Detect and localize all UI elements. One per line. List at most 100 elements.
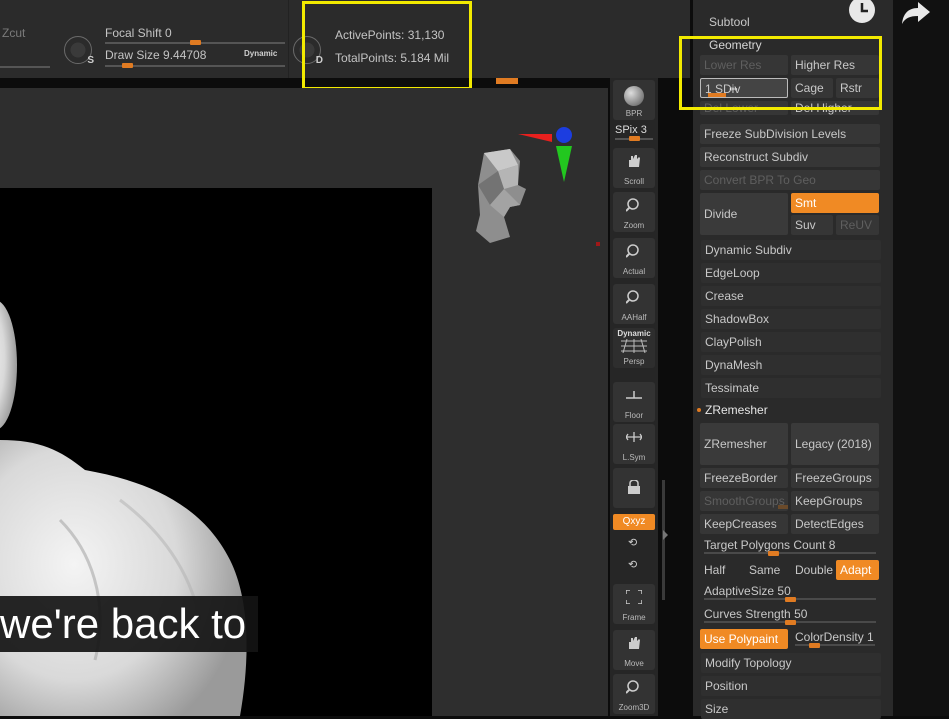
magnifier-icon bbox=[626, 680, 639, 694]
convert-bpr-button[interactable]: Convert BPR To Geo bbox=[700, 170, 880, 190]
dynamesh-menu[interactable]: DynaMesh bbox=[701, 355, 881, 375]
figure-model[interactable] bbox=[0, 300, 300, 716]
target-polygons-value: 8 bbox=[828, 538, 836, 552]
spix-slider[interactable]: SPix 3 bbox=[615, 124, 647, 136]
colordensity-knob[interactable] bbox=[808, 643, 820, 648]
bpr-button[interactable]: BPR bbox=[613, 80, 655, 120]
keepcreases-toggle[interactable]: KeepCreases bbox=[700, 514, 788, 534]
frame-button[interactable]: Frame bbox=[613, 584, 655, 624]
zremesher-menu[interactable]: ZRemesher bbox=[701, 400, 881, 420]
keepgroups-toggle[interactable]: KeepGroups bbox=[791, 491, 879, 511]
lock-button[interactable] bbox=[613, 468, 655, 508]
actual-button[interactable]: Actual bbox=[613, 238, 655, 278]
y-axis-arrow bbox=[556, 146, 572, 182]
dynamic-subdiv-menu[interactable]: Dynamic Subdiv bbox=[701, 240, 881, 260]
curves-strength-value: 50 bbox=[794, 607, 808, 621]
target-polygons-knob[interactable] bbox=[768, 551, 780, 556]
reuv-button[interactable]: ReUV bbox=[836, 215, 879, 235]
spix-knob[interactable] bbox=[628, 136, 640, 141]
collapse-arrow-icon[interactable] bbox=[663, 530, 668, 540]
smoothgroups-slider[interactable]: SmoothGroups bbox=[700, 491, 788, 511]
colordensity-value: 1 bbox=[867, 630, 874, 644]
suv-toggle[interactable]: Suv bbox=[791, 215, 833, 235]
lsym-button[interactable]: L.Sym bbox=[613, 424, 655, 464]
dynamic-toggle[interactable]: Dynamic bbox=[244, 49, 277, 58]
freezeborder-toggle[interactable]: FreezeBorder bbox=[700, 468, 788, 488]
spix-value: 3 bbox=[640, 124, 647, 136]
focal-target-icon[interactable]: S bbox=[64, 36, 94, 66]
draw-size-knob[interactable] bbox=[121, 63, 133, 68]
size-menu[interactable]: Size bbox=[701, 699, 881, 719]
right-shelf: BPR SPix 3 Scroll Zoom Actual AAHalf Dyn… bbox=[610, 78, 658, 716]
adaptivesize-slider[interactable]: AdaptiveSize 50 bbox=[700, 582, 880, 602]
draw-size-label[interactable]: Draw Size 9.44708 bbox=[105, 48, 206, 62]
draw-size-value: 9.44708 bbox=[163, 48, 207, 62]
adaptivesize-knob[interactable] bbox=[784, 597, 796, 602]
target-polygons-slider[interactable]: Target Polygons Count 8 bbox=[700, 536, 880, 556]
freeze-subdiv-button[interactable]: Freeze SubDivision Levels bbox=[700, 124, 880, 144]
share-arrow-icon[interactable] bbox=[900, 0, 932, 26]
colordensity-slider[interactable]: ColorDensity 1 bbox=[791, 628, 879, 648]
crease-menu[interactable]: Crease bbox=[701, 286, 881, 306]
zoom-button[interactable]: Zoom bbox=[613, 192, 655, 232]
subtool-menu[interactable]: Subtool bbox=[705, 12, 825, 32]
move-button[interactable]: Move bbox=[613, 630, 655, 670]
frame-icon bbox=[626, 590, 642, 604]
adaptivesize-value: 50 bbox=[777, 584, 791, 598]
focal-shift-knob[interactable] bbox=[189, 40, 201, 45]
aahalf-button[interactable]: AAHalf bbox=[613, 284, 655, 324]
tray-edge bbox=[893, 0, 949, 716]
orange-marker bbox=[496, 78, 518, 84]
scroll-button[interactable]: Scroll bbox=[613, 148, 655, 188]
divide-button[interactable]: Divide bbox=[700, 193, 788, 235]
axis-gizmo[interactable] bbox=[512, 120, 576, 184]
freezegroups-toggle[interactable]: FreezeGroups bbox=[791, 468, 879, 488]
tessimate-menu[interactable]: Tessimate bbox=[701, 378, 881, 398]
bpr-sphere-icon bbox=[624, 86, 644, 106]
zcut-slider-track[interactable] bbox=[0, 66, 50, 68]
watch-later-clock-icon[interactable] bbox=[847, 0, 877, 26]
zcut-label[interactable]: Zcut bbox=[2, 26, 25, 40]
hand-icon bbox=[629, 155, 640, 167]
zremesher-button[interactable]: ZRemesher bbox=[700, 423, 788, 465]
smoothgroups-knob[interactable] bbox=[778, 505, 788, 509]
floor-button[interactable]: Floor bbox=[613, 382, 655, 422]
shelf-scrollbar[interactable] bbox=[662, 480, 665, 600]
lock-icon bbox=[628, 480, 640, 494]
double-button[interactable]: Double bbox=[791, 560, 835, 580]
hand-icon bbox=[629, 637, 640, 649]
curves-strength-knob[interactable] bbox=[784, 620, 796, 625]
persp-button[interactable]: Dynamic Persp bbox=[613, 328, 655, 368]
magnifier-icon bbox=[626, 198, 639, 212]
position-menu[interactable]: Position bbox=[701, 676, 881, 696]
edgeloop-menu[interactable]: EdgeLoop bbox=[701, 263, 881, 283]
modify-topology-menu[interactable]: Modify Topology bbox=[701, 653, 881, 673]
adapt-toggle[interactable]: Adapt bbox=[836, 560, 879, 580]
magnifier-icon bbox=[626, 244, 639, 258]
reconstruct-subdiv-button[interactable]: Reconstruct Subdiv bbox=[700, 147, 880, 167]
perspective-grid-icon bbox=[621, 339, 647, 353]
claypolish-menu[interactable]: ClayPolish bbox=[701, 332, 881, 352]
z-axis-ball bbox=[556, 127, 572, 143]
focal-shift-label[interactable]: Focal Shift 0 bbox=[105, 26, 172, 40]
red-dot bbox=[596, 242, 600, 246]
s-letter: S bbox=[87, 55, 94, 66]
curves-strength-slider[interactable]: Curves Strength 50 bbox=[700, 605, 880, 625]
video-subtitle: we're back to bbox=[0, 596, 259, 652]
magnifier-icon bbox=[626, 290, 639, 304]
rotate-y-icon[interactable]: ⟲ bbox=[628, 536, 637, 549]
xyz-toggle[interactable]: Qxyz bbox=[613, 514, 655, 530]
smt-toggle[interactable]: Smt bbox=[791, 193, 879, 213]
rotate-z-icon[interactable]: ⟲ bbox=[628, 558, 637, 571]
focal-shift-value: 0 bbox=[165, 26, 172, 40]
zoom3d-button[interactable]: Zoom3D bbox=[613, 674, 655, 714]
geometry-highlight-box bbox=[679, 36, 882, 110]
detectedges-toggle[interactable]: DetectEdges bbox=[791, 514, 879, 534]
points-highlight-box bbox=[302, 1, 472, 90]
half-button[interactable]: Half bbox=[700, 560, 742, 580]
legacy-2018-button[interactable]: Legacy (2018) bbox=[791, 423, 879, 465]
use-polypaint-toggle[interactable]: Use Polypaint bbox=[700, 629, 788, 649]
x-axis-arrow bbox=[518, 134, 552, 142]
shadowbox-menu[interactable]: ShadowBox bbox=[701, 309, 881, 329]
same-button[interactable]: Same bbox=[745, 560, 787, 580]
